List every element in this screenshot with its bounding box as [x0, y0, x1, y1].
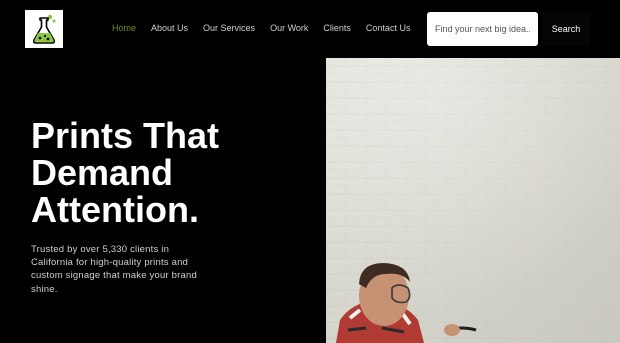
nav-item-clients[interactable]: Clients: [323, 22, 351, 34]
search-button[interactable]: Search: [542, 12, 590, 46]
flask-logo-icon: [32, 14, 56, 44]
hero-headline: Prints That Demand Attention.: [31, 115, 220, 230]
nav-item-about-us[interactable]: About Us: [151, 22, 188, 34]
hero-photo: [326, 58, 620, 343]
nav-item-our-work[interactable]: Our Work: [270, 22, 308, 34]
nav-item-home[interactable]: Home: [112, 22, 136, 34]
main-nav: Home About Us Our Services Our Work Clie…: [112, 22, 425, 34]
nav-item-our-services[interactable]: Our Services: [203, 22, 255, 34]
logo[interactable]: [25, 10, 63, 48]
search-input[interactable]: [427, 12, 538, 46]
hero-subtext: Trusted by over 5,330 clients in Califor…: [31, 244, 197, 295]
nav-item-contact-us[interactable]: Contact Us: [366, 22, 411, 34]
